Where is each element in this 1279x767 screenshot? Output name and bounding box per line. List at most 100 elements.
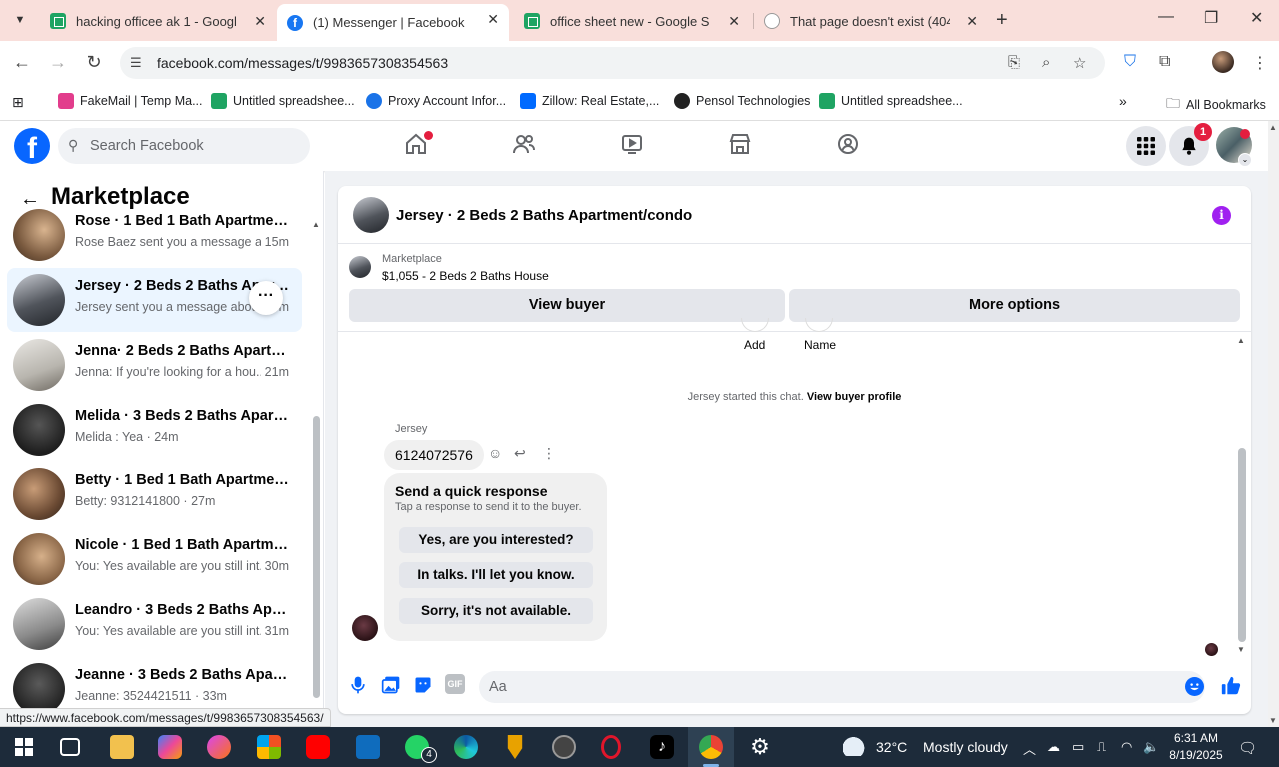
tab-messenger-facebook[interactable]: f (1) Messenger | Facebook ✕: [277, 4, 509, 41]
close-window-icon[interactable]: ✕: [1250, 8, 1263, 28]
close-tab-icon[interactable]: ✕: [254, 13, 266, 30]
tab-office-sheet-new[interactable]: office sheet new - Google Sheets ✕: [514, 6, 750, 36]
info-icon[interactable]: i: [1212, 206, 1231, 225]
medal-app-icon[interactable]: [507, 735, 523, 759]
message-bubble[interactable]: 6124072576: [384, 440, 484, 470]
photo-icon[interactable]: [381, 675, 401, 695]
listing-thumbnail[interactable]: [349, 256, 371, 278]
site-info-icon[interactable]: ☰: [130, 55, 142, 71]
thumbs-up-icon[interactable]: [1220, 675, 1242, 697]
scroll-up-arrow-icon[interactable]: ▲: [1269, 123, 1277, 132]
file-explorer-icon[interactable]: [110, 735, 134, 759]
scroll-down-arrow-icon[interactable]: ▼: [1237, 645, 1245, 654]
restore-icon[interactable]: ❐: [1204, 8, 1218, 28]
facebook-logo[interactable]: f: [14, 128, 50, 164]
bookmark-star-icon[interactable]: ☆: [1073, 54, 1086, 72]
bookmark-untitled-1[interactable]: Untitled spreadshee...: [211, 93, 355, 109]
copilot-icon[interactable]: [158, 735, 182, 759]
minimize-icon[interactable]: —: [1158, 8, 1174, 26]
sender-avatar[interactable]: [352, 615, 378, 641]
more-options-dots-icon[interactable]: ···: [249, 281, 283, 315]
bookmark-zillow[interactable]: Zillow: Real Estate,...: [520, 93, 659, 109]
conversation-list-scrollbar[interactable]: ▲: [312, 216, 320, 706]
youtube-icon[interactable]: [306, 735, 330, 759]
menu-dots-icon[interactable]: ⋮: [1252, 53, 1268, 73]
chrome-icon[interactable]: [699, 735, 723, 759]
windows-start-icon[interactable]: [12, 735, 36, 759]
search-input[interactable]: [90, 128, 300, 164]
page-scrollbar[interactable]: ▲ ▼: [1268, 121, 1279, 727]
scroll-down-arrow-icon[interactable]: ▼: [1269, 716, 1277, 725]
settings-gear-icon[interactable]: ⚙: [748, 735, 772, 759]
apps-grid-icon[interactable]: ⊞: [12, 94, 24, 111]
app-dark-icon[interactable]: [552, 735, 576, 759]
emoji-icon[interactable]: [1185, 677, 1204, 696]
menu-grid-icon[interactable]: [1126, 126, 1166, 166]
quick-response-in-talks-button[interactable]: In talks. I'll let you know.: [399, 562, 593, 588]
bookmark-untitled-2[interactable]: Untitled spreadshee...: [819, 93, 963, 109]
profile-avatar[interactable]: [1212, 51, 1234, 73]
gif-icon[interactable]: GIF: [445, 674, 465, 694]
address-bar[interactable]: ☰ facebook.com/messages/t/99836573083545…: [120, 47, 1105, 79]
wifi-icon[interactable]: ◠: [1121, 739, 1132, 755]
add-action-label[interactable]: Add: [744, 338, 765, 352]
tab-search-chevron-icon[interactable]: ▼: [8, 8, 32, 32]
bookmark-fakemail[interactable]: FakeMail | Temp Ma...: [58, 93, 203, 109]
show-hidden-icons-chevron[interactable]: ︿: [1023, 739, 1036, 758]
tiktok-icon[interactable]: ♪: [650, 735, 674, 759]
usb-device-icon[interactable]: ⎍: [1097, 739, 1106, 755]
react-emoji-icon[interactable]: ☺: [488, 445, 502, 461]
friends-icon[interactable]: [512, 132, 540, 160]
chat-avatar[interactable]: [353, 197, 389, 233]
more-bookmarks-icon[interactable]: »: [1119, 93, 1127, 109]
conversation-melida[interactable]: Melida · 3 Beds 2 Baths Apartment/condo …: [7, 398, 302, 462]
shield-extension-icon[interactable]: ⛉: [1124, 53, 1136, 71]
scrollbar-thumb[interactable]: [313, 416, 320, 698]
marketplace-icon[interactable]: [728, 132, 756, 160]
reply-icon[interactable]: ↩: [514, 445, 526, 462]
opera-icon[interactable]: [601, 735, 621, 759]
install-app-icon[interactable]: ⎘: [1008, 54, 1020, 71]
clock-time[interactable]: 6:31 AM: [1166, 731, 1226, 745]
scrollbar-thumb[interactable]: [1238, 448, 1246, 642]
conversation-rose[interactable]: Rose · 1 Bed 1 Bath Apartment/condo Rose…: [7, 203, 302, 267]
close-tab-icon[interactable]: ✕: [728, 13, 740, 30]
url-text[interactable]: facebook.com/messages/t/9983657308354563: [157, 55, 448, 71]
more-options-button[interactable]: More options: [789, 289, 1240, 322]
back-arrow-icon[interactable]: ←: [11, 52, 33, 73]
microphone-icon[interactable]: [348, 675, 368, 695]
onedrive-icon[interactable]: ☁: [1047, 739, 1060, 755]
all-bookmarks[interactable]: 🗀 All Bookmarks: [1166, 93, 1266, 117]
name-action-label[interactable]: Name: [804, 338, 836, 352]
new-tab-icon[interactable]: +: [996, 9, 1008, 32]
zoom-icon[interactable]: ⌕: [1042, 54, 1050, 71]
chat-title[interactable]: Jersey · 2 Beds 2 Baths Apartment/condo: [396, 207, 692, 224]
edge-icon[interactable]: [454, 735, 478, 759]
reload-icon[interactable]: ↻: [83, 52, 105, 73]
close-tab-icon[interactable]: ✕: [487, 11, 499, 28]
weather-description[interactable]: Mostly cloudy: [923, 739, 1008, 755]
extensions-icon[interactable]: ⧉: [1159, 53, 1170, 71]
close-tab-icon[interactable]: ✕: [966, 13, 978, 30]
scroll-up-arrow-icon[interactable]: ▲: [1237, 336, 1245, 345]
chevron-down-icon[interactable]: ⌄: [1238, 153, 1252, 167]
conversation-jersey[interactable]: Jersey · 2 Beds 2 Baths Apartment/condo …: [7, 268, 302, 332]
bookmark-pensol[interactable]: Pensol Technologies: [674, 93, 810, 109]
more-vertical-icon[interactable]: ⋮: [542, 445, 556, 462]
sticker-icon[interactable]: [413, 675, 433, 695]
view-buyer-button[interactable]: View buyer: [349, 289, 785, 322]
video-icon[interactable]: [620, 132, 648, 160]
quick-response-yes-button[interactable]: Yes, are you interested?: [399, 527, 593, 553]
message-input[interactable]: [479, 671, 1205, 703]
groups-icon[interactable]: [836, 132, 864, 160]
conversation-nicole[interactable]: Nicole · 1 Bed 1 Bath Apartment/condo Yo…: [7, 527, 302, 591]
weather-temperature[interactable]: 32°C: [876, 739, 907, 755]
tab-hacking-officee[interactable]: hacking officee ak 1 - Google Sheets ✕: [40, 6, 276, 36]
conversation-leandro[interactable]: Leandro · 3 Beds 2 Baths Apartment/condo…: [7, 592, 302, 656]
quick-response-not-available-button[interactable]: Sorry, it's not available.: [399, 598, 593, 624]
forward-arrow-icon[interactable]: →: [47, 52, 69, 73]
tab-page-not-exist[interactable]: That page doesn't exist (404) - Facebook…: [754, 6, 988, 36]
conversation-jenna[interactable]: Jenna· 2 Beds 2 Baths Apartment/condo Je…: [7, 333, 302, 397]
facebook-search[interactable]: ⚲: [58, 128, 310, 164]
scroll-up-arrow-icon[interactable]: ▲: [312, 220, 320, 229]
